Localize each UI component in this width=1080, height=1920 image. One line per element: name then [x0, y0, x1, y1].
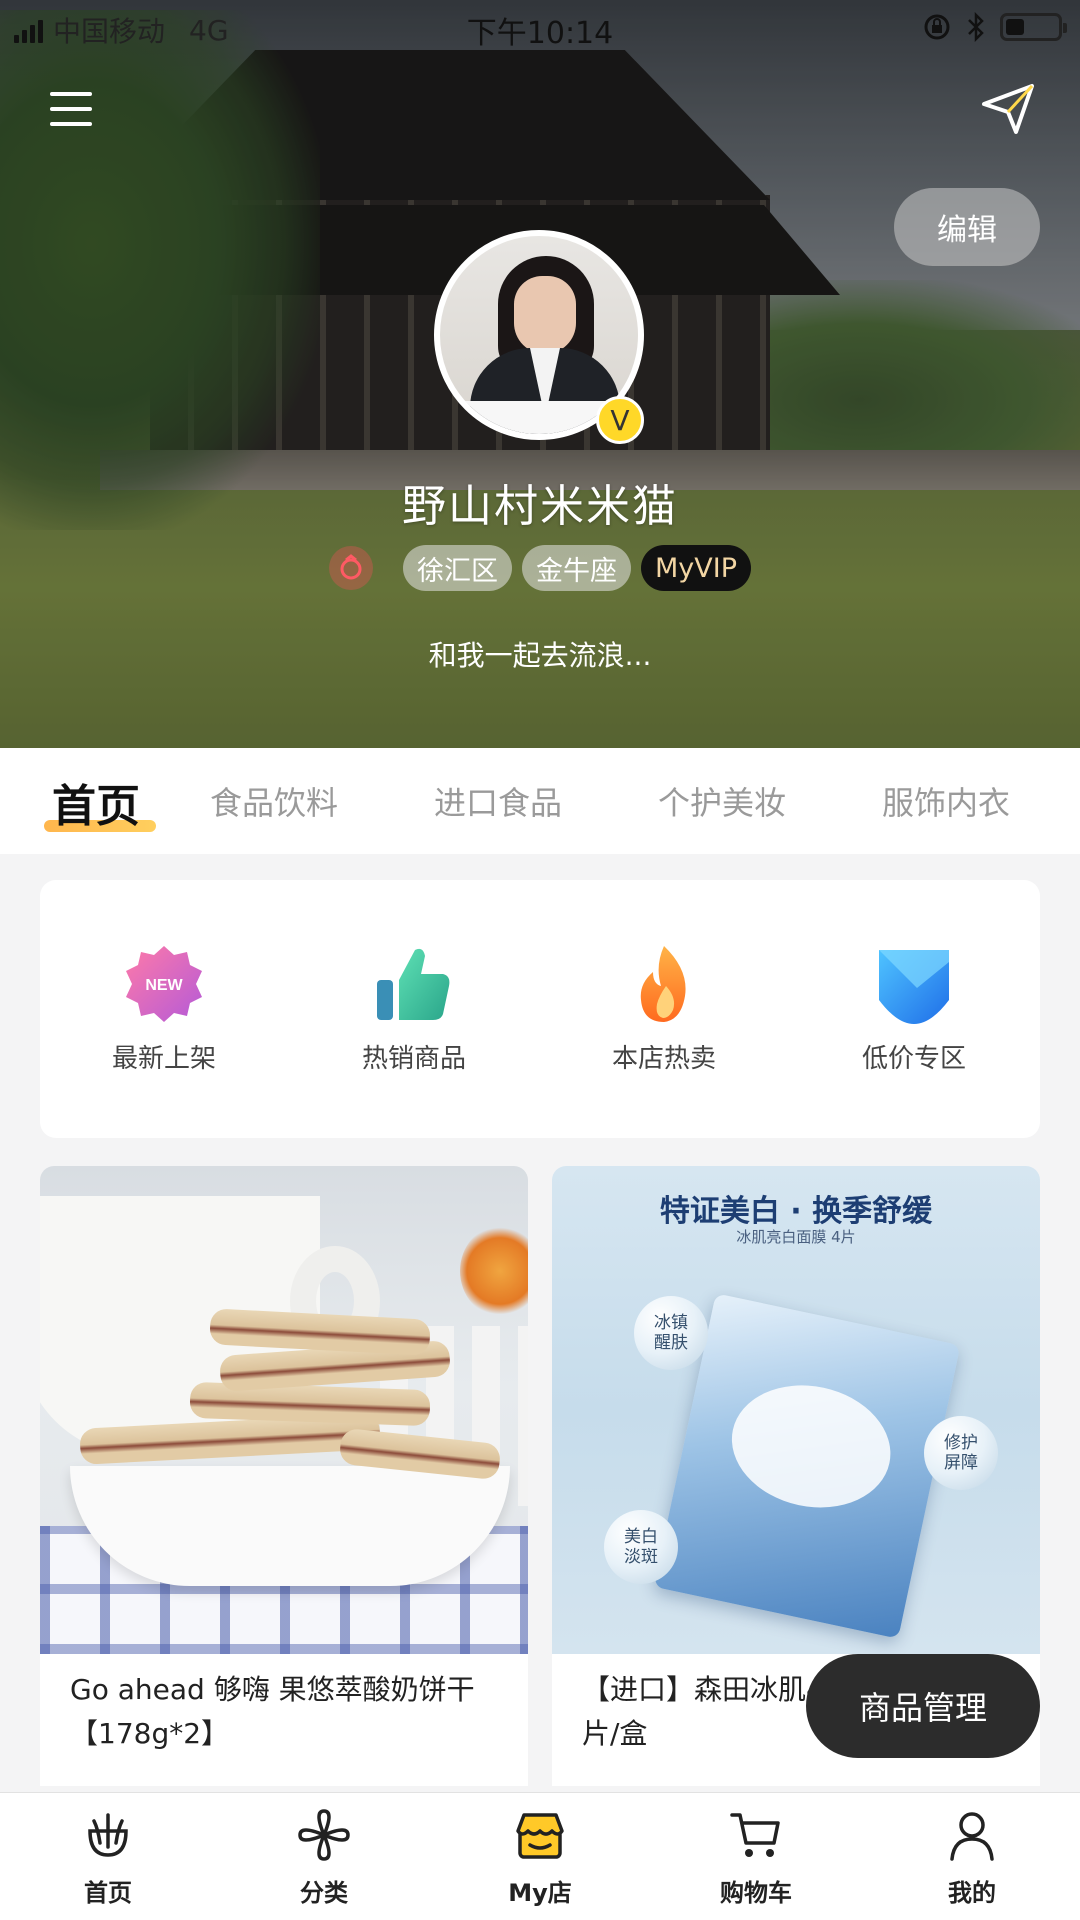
shortcut-label: 最新上架	[111, 1044, 216, 1074]
cart-icon	[730, 1813, 780, 1857]
battery-level	[1006, 19, 1024, 35]
category-tabs: 首页 食品饮料 进口食品 个护美妆 服饰内衣	[0, 748, 1080, 854]
nav-profile[interactable]: 我的	[892, 1807, 1052, 1908]
nav-label: 我的	[948, 1879, 996, 1907]
nav-label: 首页	[84, 1879, 132, 1907]
product-title: 【进口】森田冰肌4片/盒	[582, 1673, 824, 1750]
nav-label: 购物车	[720, 1879, 792, 1907]
female-gender-icon	[329, 546, 373, 590]
tab-imported-food[interactable]: 进口食品	[434, 778, 562, 824]
ad-subline: 冰肌亮白面膜 4片	[736, 1228, 856, 1246]
edit-profile-button[interactable]: 编辑	[894, 188, 1040, 266]
shortcut-label: 本店热卖	[611, 1044, 716, 1074]
nav-label: 分类	[300, 1879, 348, 1907]
product-title: Go ahead 够嗨 果悠萃酸奶饼干【178g*2】	[70, 1673, 475, 1750]
battery-icon	[1000, 13, 1067, 41]
tab-apparel[interactable]: 服饰内衣	[882, 778, 1010, 824]
product-image-face-mask: 特证美白 · 换季舒缓 冰肌亮白面膜 4片 冰镇 醒肤 修护 屏障 美白 淡斑	[552, 1166, 1040, 1654]
svg-text:NEW: NEW	[145, 977, 183, 994]
nav-label: My店	[508, 1879, 572, 1907]
manage-products-button[interactable]: 商品管理	[806, 1654, 1040, 1758]
send-icon[interactable]	[980, 80, 1036, 136]
store-icon	[516, 1813, 564, 1859]
feature-bubble: 美白 淡斑	[604, 1510, 678, 1584]
feature-bubble: 修护 屏障	[924, 1416, 998, 1490]
bottom-nav: 首页 分类 My店 购物车 我的	[0, 1792, 1080, 1920]
status-time: 下午10:14	[466, 16, 614, 51]
profile-tags: 徐汇区 金牛座 MyVIP	[0, 545, 1080, 591]
nav-category[interactable]: 分类	[244, 1807, 404, 1908]
shortcut-card: NEW 最新上架 热销商品 本店热卖 低价专区	[40, 880, 1040, 1138]
tab-home[interactable]: 首页	[52, 770, 140, 834]
product-card[interactable]: Go ahead 够嗨 果悠萃酸奶饼干【178g*2】	[40, 1166, 528, 1786]
status-bar: 中国移动 4G 下午10:14	[0, 0, 1080, 54]
low-price-icon	[879, 950, 949, 1024]
nav-my-store[interactable]: My店	[460, 1807, 620, 1908]
nav-cart[interactable]: 购物车	[676, 1807, 836, 1908]
verified-badge: V	[596, 396, 644, 444]
feature-bubble: 冰镇 醒肤	[634, 1296, 708, 1370]
profile-header: 中国移动 4G 下午10:14 编辑 V 野山村米米猫 徐汇区 金牛座 MyVI…	[0, 0, 1080, 748]
profile-icon	[950, 1812, 994, 1861]
profile-bio: 和我一起去流浪...	[428, 639, 652, 672]
shortcut-store-bestsellers[interactable]: 本店热卖	[564, 940, 764, 1075]
nav-home[interactable]: 首页	[28, 1807, 188, 1908]
location-tag: 徐汇区	[403, 545, 512, 591]
shortcut-low-price[interactable]: 低价专区	[814, 940, 1014, 1075]
shortcut-hot-products[interactable]: 热销商品	[314, 940, 514, 1075]
new-badge-icon: NEW	[126, 946, 202, 1022]
home-sprout-icon	[88, 1813, 128, 1857]
zodiac-tag: 金牛座	[522, 545, 631, 591]
thumbs-up-icon	[377, 948, 450, 1020]
status-right	[922, 12, 1067, 42]
shortcut-label: 热销商品	[361, 1044, 466, 1074]
tab-food-drinks[interactable]: 食品饮料	[210, 778, 338, 824]
product-image-biscuits	[40, 1166, 528, 1654]
category-flower-icon	[298, 1809, 350, 1861]
flame-icon	[640, 946, 686, 1022]
bluetooth-icon	[968, 12, 984, 42]
shortcut-new-arrivals[interactable]: NEW 最新上架	[64, 940, 264, 1075]
shortcut-label: 低价专区	[861, 1044, 966, 1074]
username: 野山村米米猫	[402, 481, 678, 532]
orientation-lock-icon	[924, 14, 950, 40]
menu-icon[interactable]	[50, 92, 92, 126]
vip-tag[interactable]: MyVIP	[641, 545, 751, 591]
tab-personal-care[interactable]: 个护美妆	[658, 778, 786, 824]
ad-headline: 特证美白 · 换季舒缓	[659, 1194, 933, 1229]
